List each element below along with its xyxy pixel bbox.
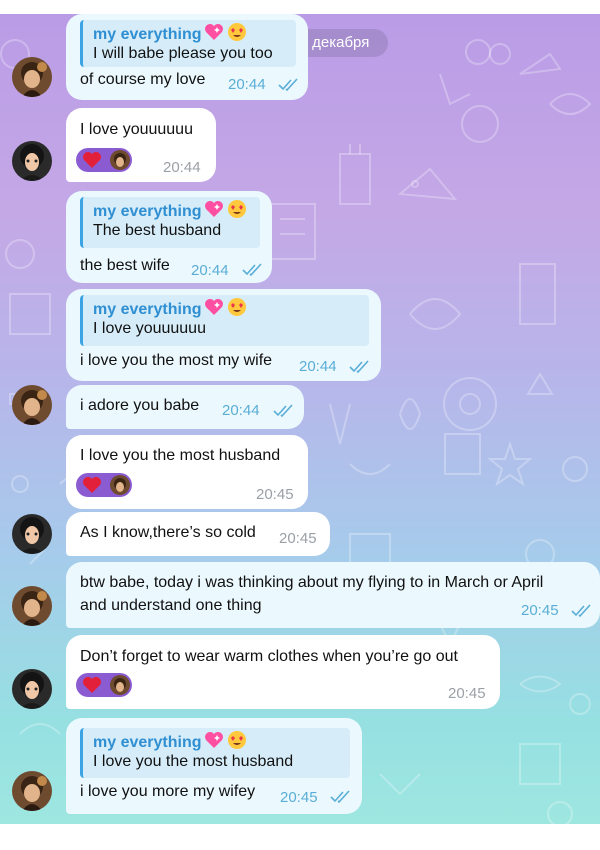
message-bubble-incoming[interactable]: I love you the most husband 20:45 xyxy=(66,435,308,509)
window-bottom-edge xyxy=(0,824,600,850)
message-time: 20:45 xyxy=(521,602,559,619)
reaction-badge[interactable] xyxy=(76,673,132,697)
window-top-edge xyxy=(0,0,600,14)
reply-sender-name: my everything xyxy=(93,203,202,220)
heart-icon xyxy=(83,477,101,493)
reply-sender-name: my everything xyxy=(93,26,202,43)
message-bubble-outgoing[interactable]: my everything I love youuuuuu i love you… xyxy=(66,289,381,381)
message-time: 20:45 xyxy=(280,789,318,806)
message-bubble-incoming[interactable]: Don’t forget to wear warm clothes when y… xyxy=(66,635,500,709)
heart-icon xyxy=(83,152,101,168)
reply-quoted-text: I will babe please you too xyxy=(93,45,273,62)
avatar[interactable] xyxy=(12,586,52,626)
double-check-icon xyxy=(278,78,298,92)
double-check-icon xyxy=(273,404,293,418)
reply-quoted-text: I love youuuuuu xyxy=(93,320,206,337)
reply-quoted-text: I love you the most husband xyxy=(93,753,294,770)
message-text: i love you more my wifey xyxy=(80,783,256,800)
double-check-icon xyxy=(571,604,591,618)
message-time: 20:44 xyxy=(228,76,266,93)
reply-sender-name: my everything xyxy=(93,734,202,751)
reply-quote[interactable]: my everything I love youuuuuu xyxy=(80,295,369,346)
message-text: the best wife xyxy=(80,257,170,274)
message-text: I love you the most husband xyxy=(80,447,281,464)
reaction-badge[interactable] xyxy=(76,148,132,172)
double-check-icon xyxy=(330,790,350,804)
reaction-avatar xyxy=(110,475,130,495)
message-bubble-outgoing[interactable]: btw babe, today i was thinking about my … xyxy=(66,562,600,628)
heart-eyes-emoji-icon xyxy=(227,730,247,755)
message-bubble-outgoing[interactable]: my everything I love you the most husban… xyxy=(66,718,362,814)
message-bubble-incoming[interactable]: As I know,there’s so cold 20:45 xyxy=(66,512,330,556)
avatar[interactable] xyxy=(12,514,52,554)
avatar[interactable] xyxy=(12,385,52,425)
heart-icon xyxy=(83,677,101,693)
message-time: 20:44 xyxy=(191,262,229,279)
message-time: 20:44 xyxy=(222,402,260,419)
message-text-line-2: and understand one thing xyxy=(80,597,262,614)
message-time: 20:45 xyxy=(448,685,486,702)
reaction-avatar xyxy=(110,675,130,695)
reply-sender-name: my everything xyxy=(93,301,202,318)
heart-eyes-emoji-icon xyxy=(227,22,247,47)
message-time: 20:45 xyxy=(256,486,294,503)
reply-quote[interactable]: my everything I love you the most husban… xyxy=(80,728,350,778)
message-text-line-1: btw babe, today i was thinking about my … xyxy=(80,574,544,591)
message-text: i love you the most my wife xyxy=(80,352,273,369)
sparkling-heart-icon xyxy=(203,730,225,755)
message-time: 20:45 xyxy=(279,530,317,547)
message-bubble-outgoing[interactable]: my everything I will babe please you too… xyxy=(66,14,308,100)
reply-quote[interactable]: my everything I will babe please you too xyxy=(80,20,296,67)
avatar[interactable] xyxy=(12,57,52,97)
message-text: As I know,there’s so cold xyxy=(80,524,256,541)
message-bubble-incoming[interactable]: I love youuuuuu 20:44 xyxy=(66,108,216,182)
message-bubble-outgoing[interactable]: i adore you babe 20:44 xyxy=(66,385,304,429)
message-bubble-outgoing[interactable]: my everything The best husband the best … xyxy=(66,191,272,283)
sparkling-heart-icon xyxy=(203,297,225,322)
reaction-badge[interactable] xyxy=(76,473,132,497)
reply-quote[interactable]: my everything The best husband xyxy=(80,197,260,248)
message-text: i adore you babe xyxy=(80,397,200,414)
avatar[interactable] xyxy=(12,771,52,811)
sparkling-heart-icon xyxy=(203,22,225,47)
reply-quoted-text: The best husband xyxy=(93,222,222,239)
heart-eyes-emoji-icon xyxy=(227,297,247,322)
message-text: of course my love xyxy=(80,71,206,88)
message-time: 20:44 xyxy=(163,159,201,176)
double-check-icon xyxy=(349,360,369,374)
avatar[interactable] xyxy=(12,669,52,709)
heart-eyes-emoji-icon xyxy=(227,199,247,224)
message-text: Don’t forget to wear warm clothes when y… xyxy=(80,648,458,665)
message-text: I love youuuuuu xyxy=(80,121,193,138)
message-time: 20:44 xyxy=(299,358,337,375)
avatar[interactable] xyxy=(12,141,52,181)
double-check-icon xyxy=(242,263,262,277)
sparkling-heart-icon xyxy=(203,199,225,224)
reaction-avatar xyxy=(110,150,130,170)
